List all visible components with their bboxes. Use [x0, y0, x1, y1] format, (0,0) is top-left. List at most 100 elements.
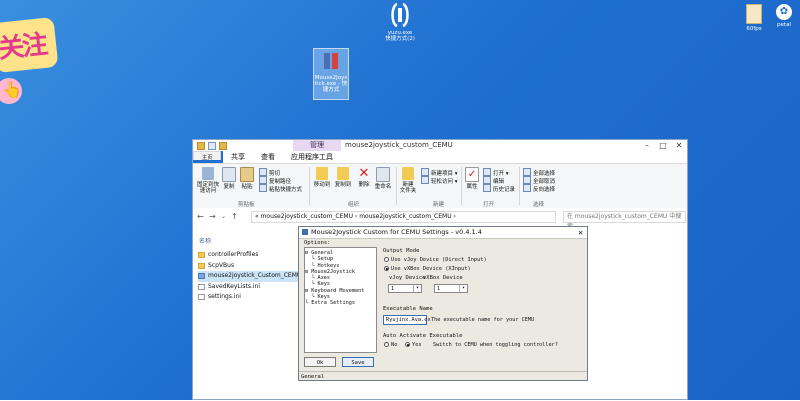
- copy-to-icon: [337, 167, 349, 180]
- close-icon[interactable]: ✕: [671, 140, 687, 151]
- desktop-icon-yuzu[interactable]: yuzu.exe 快捷方式(2): [382, 2, 418, 42]
- file-row[interactable]: SavedKeyLists.ini: [198, 282, 314, 293]
- copy-path-icon: [259, 176, 267, 184]
- paste-shortcut-button[interactable]: 粘贴快捷方式: [259, 184, 302, 194]
- column-header-name[interactable]: 名称: [199, 236, 211, 245]
- address-bar-row: ← → ⌄ ↑ « mouse2joystick_custom_CEMU › m…: [193, 208, 687, 230]
- easy-access-button[interactable]: 轻松访问 ▾: [421, 176, 458, 186]
- group-label-organize: 组织: [348, 202, 360, 208]
- radio-vjoy[interactable]: Use vJoy Device (Direct Input): [384, 257, 487, 263]
- executable-name-input[interactable]: Ryujinx.Ava.ex: [383, 315, 431, 325]
- file-name: SavedKeyLists.ini: [208, 282, 261, 290]
- file-name: settings.ini: [208, 293, 241, 300]
- new-folder-icon: [402, 167, 414, 180]
- vjoy-device-label: vJoy Device: [389, 275, 426, 281]
- vjoy-device-select[interactable]: 1 ▾: [388, 284, 422, 293]
- desktop-icon-petal[interactable]: ✿ petal: [770, 4, 798, 28]
- edit-icon: [483, 176, 491, 184]
- properties-button[interactable]: ✓ 属性: [464, 167, 480, 190]
- vxbox-device-value: 1: [437, 286, 441, 292]
- executable-name-label: Executable Name: [383, 306, 433, 312]
- address-input[interactable]: « mouse2joystick_custom_CEMU › mouse2joy…: [251, 211, 556, 223]
- desktop: 关注 👆 yuzu.exe 快捷方式(2) Mouse2Joystick.exe…: [0, 0, 800, 400]
- group-label-select: 选择: [533, 202, 545, 208]
- copy-to-button[interactable]: 复制到: [333, 167, 353, 188]
- folder-icon: [198, 262, 205, 269]
- select-all-icon: [523, 168, 531, 176]
- shortcut-icon: [259, 184, 267, 192]
- ok-button[interactable]: Ok: [304, 357, 336, 367]
- document-icon: [198, 283, 205, 290]
- auto-activate-label: Auto Activate Executable: [383, 333, 463, 339]
- new-item-icon: [421, 168, 429, 176]
- radio-auto-no[interactable]: No: [384, 342, 397, 348]
- app-icon: [198, 273, 205, 279]
- radio-vxbox[interactable]: Use vXBox Device (XInput): [384, 266, 471, 272]
- desktop-icon-label: yuzu.exe 快捷方式(2): [385, 30, 415, 42]
- desktop-icon-mouse2joystick[interactable]: Mouse2Joystick.exe - 快捷方式: [313, 48, 349, 100]
- recent-dropdown-icon[interactable]: ⌄: [221, 213, 226, 220]
- tab-view[interactable]: 查看: [253, 151, 283, 163]
- document-icon: [198, 294, 205, 300]
- chevron-down-icon: ▾: [459, 285, 467, 292]
- invert-selection-button[interactable]: 反向选择: [523, 184, 555, 194]
- delete-button[interactable]: ✕ 删除: [356, 167, 372, 188]
- file-name: controllerProfiles: [208, 251, 259, 258]
- copy-button[interactable]: 复制: [221, 167, 237, 190]
- pin-icon: [202, 167, 214, 180]
- ribbon-tabs: 文件 主页 共享 查看 应用程序工具: [193, 151, 687, 163]
- file-row[interactable]: settings.ini: [198, 292, 314, 303]
- delete-icon: ✕: [358, 166, 370, 181]
- group-label-clipboard: 剪贴板: [238, 202, 255, 208]
- vxbox-device-select[interactable]: 1 ▾: [434, 284, 468, 293]
- explorer-titlebar: 管理 mouse2joystick_custom_CEMU – □ ✕: [193, 140, 687, 151]
- forward-icon[interactable]: →: [209, 212, 216, 221]
- options-tree[interactable]: ⊟ General └ Setup └ Hotkeys ⊟ Mouse2Joyst…: [304, 247, 377, 353]
- folder-icon: [198, 252, 205, 258]
- radio-auto-no-label: No: [391, 342, 398, 348]
- pin-quick-access-button[interactable]: 固定到快 速访问: [196, 167, 220, 194]
- tab-app-tools[interactable]: 应用程序工具: [283, 151, 341, 163]
- radio-auto-yes-label: Yes: [412, 342, 422, 348]
- rename-button[interactable]: 重命名: [374, 167, 392, 190]
- radio-vxbox-label: Use vXBox Device (XInput): [391, 266, 471, 272]
- paste-icon: [240, 167, 254, 182]
- dialog-statusbar: General: [299, 371, 587, 381]
- scissors-icon: [259, 168, 267, 176]
- tree-item[interactable]: └ Extra Settings: [305, 300, 376, 306]
- back-icon[interactable]: ←: [197, 212, 204, 221]
- file-row[interactable]: mouse2joystick_Custom_CEMU.exe: [198, 271, 314, 282]
- sticker-image: 关注 👆: [0, 16, 64, 104]
- tab-home[interactable]: 主页: [193, 151, 222, 161]
- properties-icon[interactable]: [208, 142, 216, 150]
- easy-access-icon: [421, 176, 429, 184]
- context-tab-manage[interactable]: 管理: [293, 140, 341, 151]
- paste-button[interactable]: 粘贴: [239, 167, 255, 190]
- quick-access-toolbar: [197, 142, 227, 150]
- sticker-text: 关注: [0, 29, 48, 65]
- history-button[interactable]: 历史记录: [483, 184, 515, 194]
- move-to-button[interactable]: 移动到: [312, 167, 332, 188]
- yuzu-icon: [391, 2, 409, 28]
- minimize-icon[interactable]: –: [639, 140, 655, 151]
- chevron-down-icon: ▾: [413, 285, 421, 292]
- new-folder-icon[interactable]: [219, 142, 227, 150]
- folder-icon[interactable]: [197, 142, 205, 150]
- tab-share[interactable]: 共享: [223, 151, 253, 163]
- up-icon[interactable]: ↑: [231, 212, 238, 221]
- group-label-new: 新建: [433, 202, 445, 208]
- maximize-icon[interactable]: □: [655, 140, 671, 151]
- close-icon[interactable]: ✕: [578, 227, 583, 238]
- search-input[interactable]: 在 mouse2joystick_custom_CEMU 中搜索: [563, 211, 686, 230]
- radio-auto-yes[interactable]: Yes: [405, 342, 422, 348]
- options-label: Options:: [304, 240, 331, 246]
- desktop-icon-60fps[interactable]: 60fps: [742, 4, 766, 32]
- file-row[interactable]: controllerProfiles: [198, 250, 314, 261]
- invert-selection-icon: [523, 184, 531, 192]
- app-icon: [302, 229, 308, 235]
- new-folder-button[interactable]: 新建 文件夹: [399, 167, 417, 194]
- save-button[interactable]: Save: [342, 357, 374, 367]
- petal-icon: ✿: [776, 4, 792, 20]
- move-to-icon: [316, 167, 328, 180]
- file-row[interactable]: ScpVBus: [198, 261, 314, 272]
